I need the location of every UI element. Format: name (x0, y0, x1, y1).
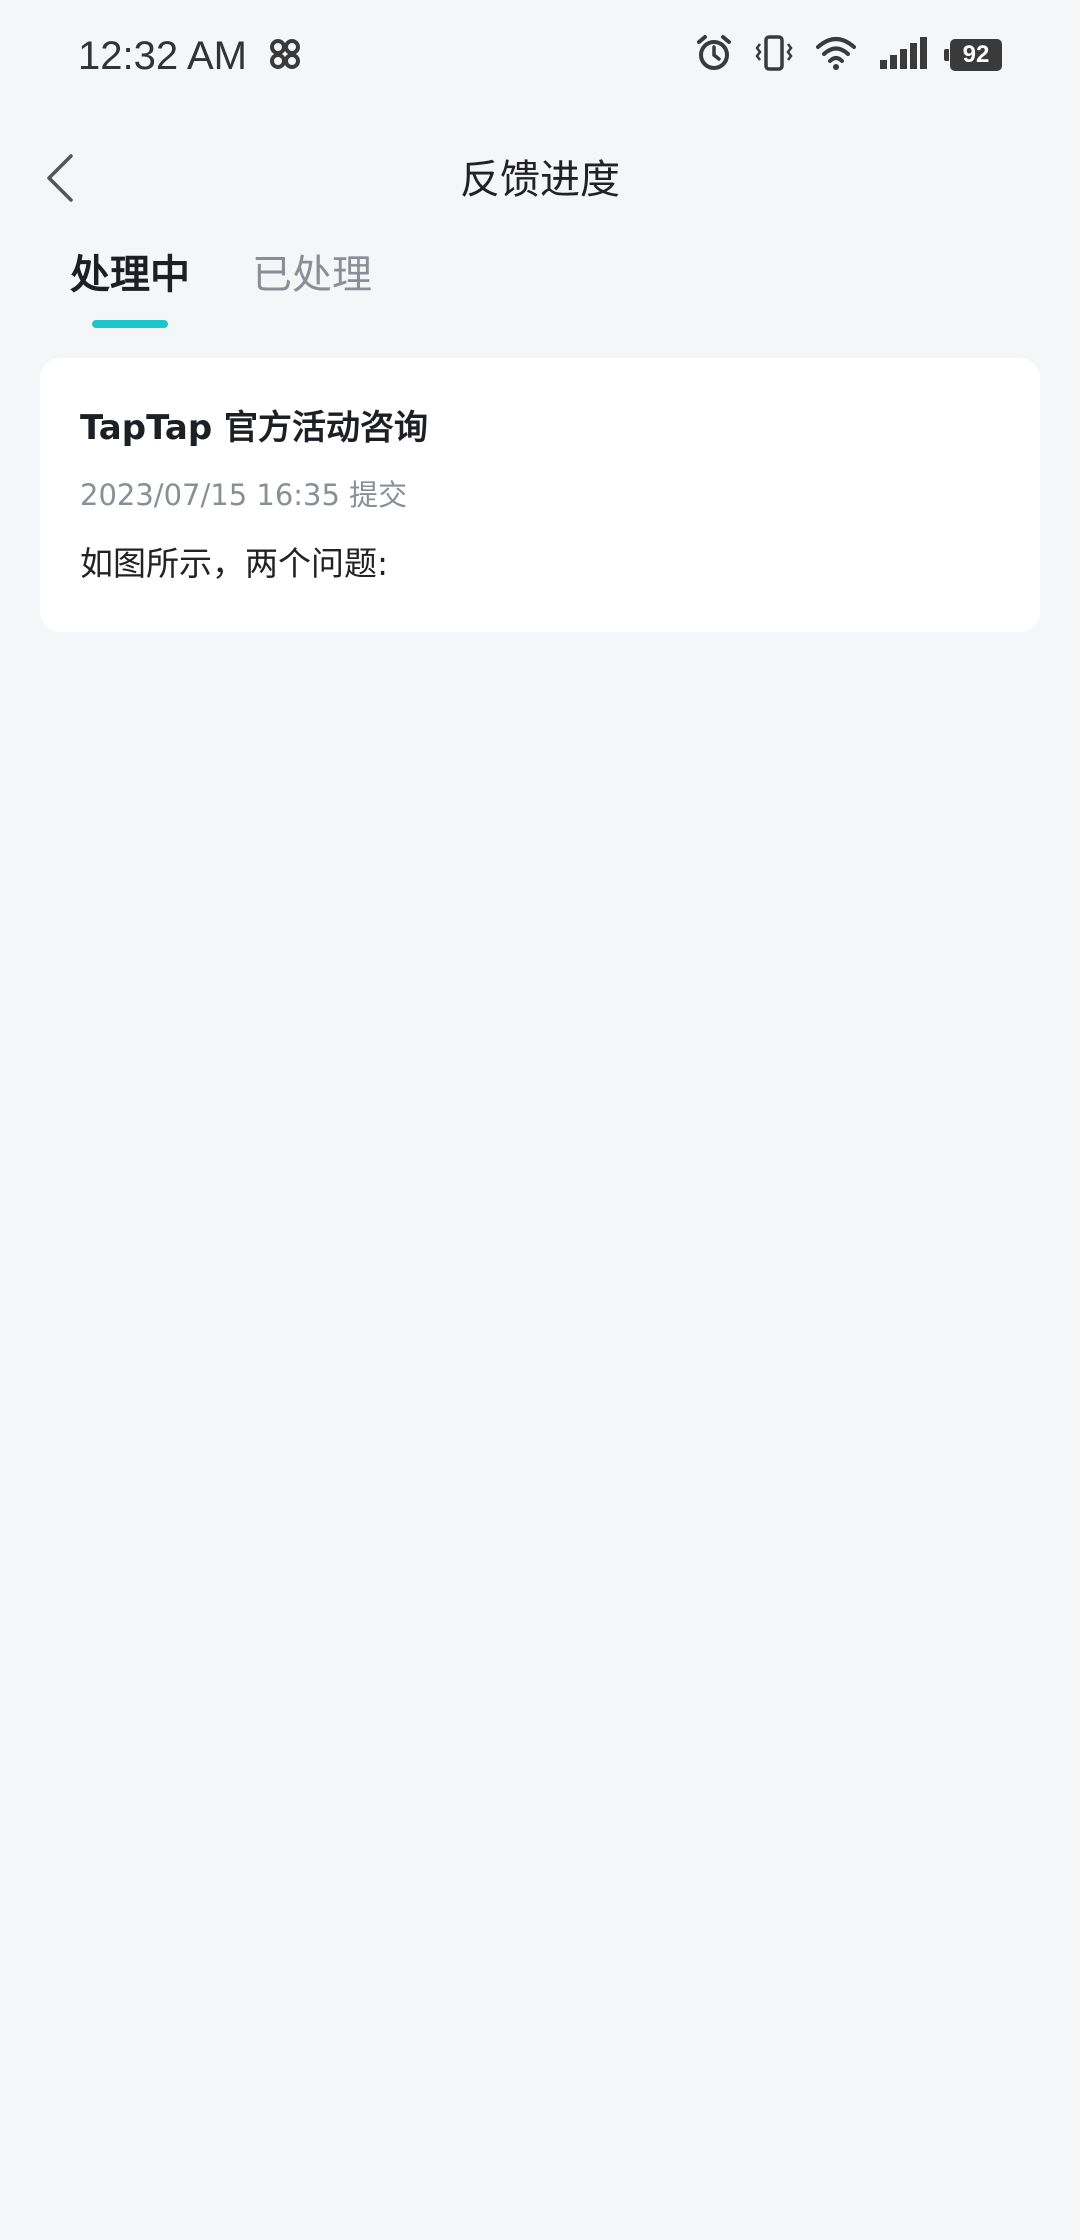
vibrate-icon (754, 34, 794, 76)
tab-active-indicator (92, 320, 168, 328)
header: 反馈进度 (0, 130, 1080, 230)
tab-bar: 处理中 已处理 (0, 245, 1080, 335)
battery-icon: 92 (944, 39, 1002, 71)
tab-processing[interactable]: 处理中 (70, 245, 190, 305)
wifi-icon (816, 35, 856, 75)
signal-icon (878, 36, 928, 74)
screen: 12:32 AM 92 反馈进度 处理中 已处理 TapTap 官方活动咨询 2… (0, 0, 1080, 2240)
status-icons: 92 (696, 30, 1002, 80)
feedback-title: TapTap 官方活动咨询 (80, 408, 429, 448)
carrier-knot-icon (265, 34, 305, 74)
status-time: 12:32 AM (78, 34, 248, 78)
status-bar: 12:32 AM 92 (0, 0, 1080, 110)
alarm-icon (696, 34, 732, 76)
feedback-timestamp: 2023/07/15 16:35 提交 (80, 478, 408, 512)
feedback-content: 如图所示，两个问题: (80, 544, 389, 583)
tab-processed[interactable]: 已处理 (252, 245, 372, 305)
page-title: 反馈进度 (460, 157, 620, 203)
feedback-card[interactable]: TapTap 官方活动咨询 2023/07/15 16:35 提交 如图所示，两… (40, 358, 1040, 632)
